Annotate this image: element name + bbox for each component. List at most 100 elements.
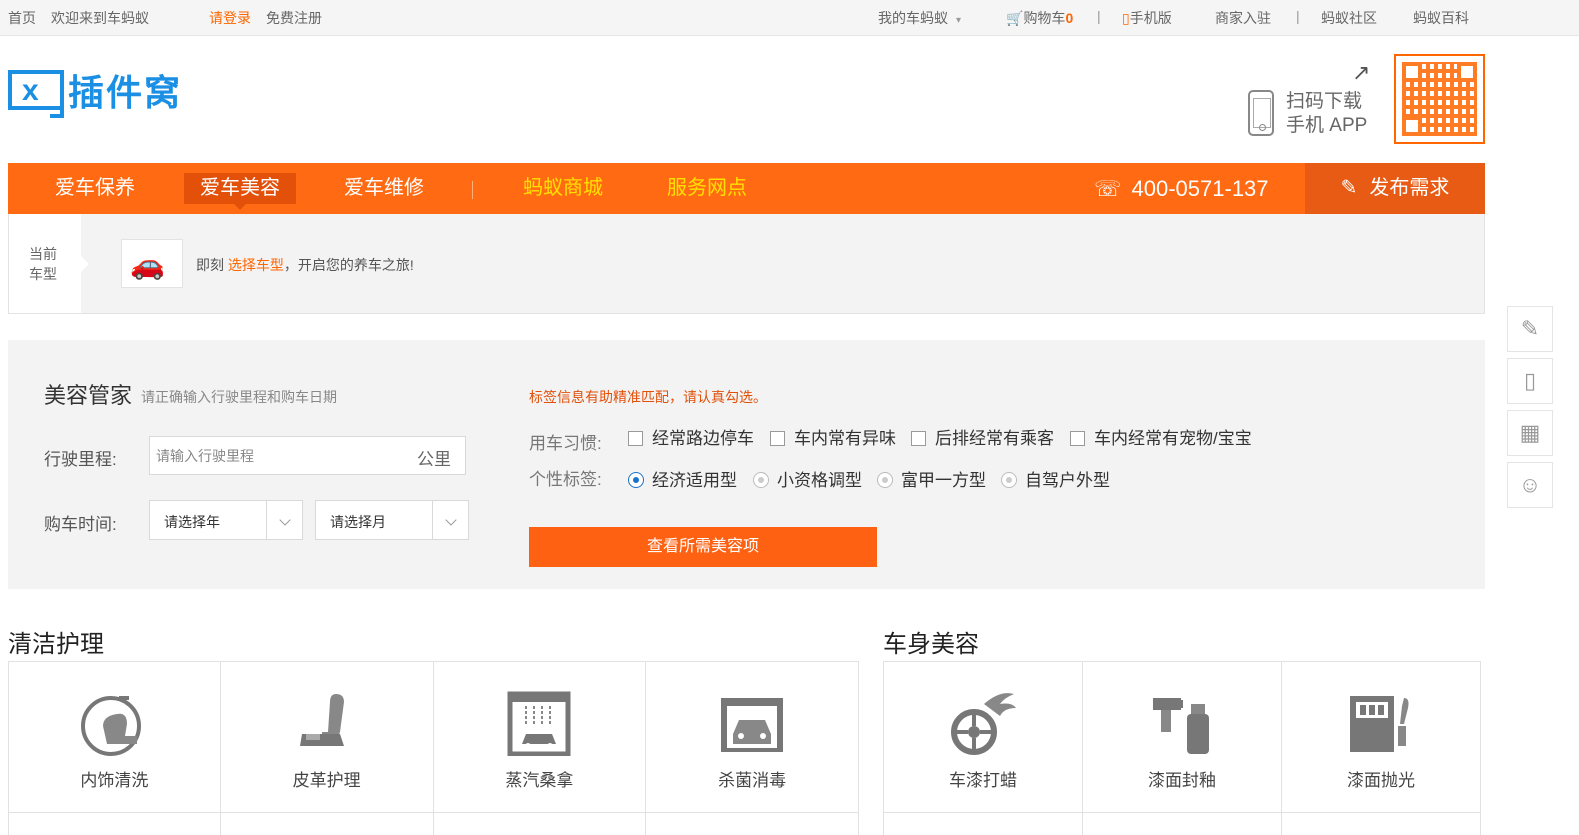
cart-count: 0: [1065, 10, 1074, 26]
habit-checkbox-roadside[interactable]: 经常路边停车: [628, 429, 754, 449]
habit-checkbox-passengers[interactable]: 后排经常有乘客: [911, 429, 1054, 449]
category-item[interactable]: 漆面封釉: [1083, 662, 1282, 835]
mobile-icon: ▯: [1122, 10, 1130, 26]
habit-checkbox-odor[interactable]: 车内常有异味: [770, 429, 896, 449]
hotline: ☏ 400-0571-137: [1094, 173, 1269, 204]
app-download: 扫码下载 手机 APP: [1248, 88, 1368, 140]
tag-hint: 标签信息有助精准匹配，请认真勾选。: [529, 389, 767, 405]
purchase-date-label: 购车时间:: [44, 515, 117, 534]
app-download-line2: 手机 APP: [1286, 115, 1368, 136]
manager-subtitle: 请正确输入行驶里程和购车日期: [141, 389, 337, 405]
year-select[interactable]: 请选择年: [149, 500, 303, 540]
personality-radio-economy[interactable]: 经济适用型: [628, 471, 737, 491]
chevron-down-icon: [432, 501, 468, 539]
checkbox-icon: [1070, 431, 1085, 446]
top-bar: 首页 欢迎来到车蚂蚁 请登录 免费注册 我的车蚂蚁 ▾ 🛒购物车0 | ▯手机版 …: [0, 0, 1579, 36]
cart-label: 购物车: [1023, 10, 1066, 26]
personality-radio-petty-bourgeois[interactable]: 小资格调型: [753, 471, 862, 491]
chevron-down-icon: ▾: [956, 15, 962, 26]
mobile-phone-icon[interactable]: ▯: [1507, 358, 1553, 404]
current-car-bar: 当前 车型 🚗 即刻 选择车型，开启您的养车之旅!: [8, 214, 1485, 314]
divider: |: [1097, 8, 1101, 24]
radio-icon: [877, 472, 893, 488]
telephone-icon: ☏: [1094, 176, 1122, 201]
category-item[interactable]: 蒸汽桑拿: [433, 662, 647, 835]
category-item[interactable]: 杀菌消毒: [646, 662, 858, 835]
category-item[interactable]: 内饰清洗: [9, 662, 221, 835]
personality-radio-wealthy[interactable]: 富甲一方型: [877, 471, 986, 491]
my-account-label: 我的车蚂蚁: [878, 10, 948, 26]
side-toolbar: ✎ ▯ ▦ ☺: [1507, 306, 1553, 514]
polishing-machine-icon: [1350, 696, 1409, 752]
mileage-label: 行驶里程:: [44, 450, 117, 469]
feedback-edit-icon[interactable]: ✎: [1507, 306, 1553, 352]
checkbox-icon: [770, 431, 785, 446]
nav-item-service-points[interactable]: 服务网点: [651, 173, 763, 204]
logo-text: 插件窝: [68, 72, 183, 113]
chevron-down-icon: [266, 501, 302, 539]
checkbox-icon: [911, 431, 926, 446]
cleaning-section-title: 清洁护理: [8, 631, 104, 658]
main-nav: 爱车保养 爱车美容 爱车维修 蚂蚁商城 服务网点 ☏ 400-0571-137 ✎…: [8, 163, 1485, 214]
nav-item-mall[interactable]: 蚂蚁商城: [507, 173, 619, 204]
car-icon: 🚗: [130, 249, 165, 280]
community-link[interactable]: 蚂蚁社区: [1321, 8, 1377, 28]
category-item[interactable]: 车漆打蜡: [884, 662, 1083, 835]
category-item[interactable]: 漆面抛光: [1282, 662, 1480, 835]
select-car-link[interactable]: 选择车型: [228, 257, 284, 273]
manager-title: 美容管家: [44, 383, 133, 408]
interior-cleaning-icon: [81, 696, 142, 756]
month-select[interactable]: 请选择月: [315, 500, 469, 540]
glaze-sealing-icon: [1153, 698, 1209, 754]
nav-item-beauty[interactable]: 爱车美容: [184, 173, 296, 210]
habit-label: 用车习惯:: [529, 434, 602, 453]
merchant-link[interactable]: 商家入驻: [1215, 8, 1271, 28]
login-link[interactable]: 请登录: [209, 8, 251, 28]
nav-divider: [472, 181, 473, 199]
radio-icon: [628, 472, 644, 488]
welcome-text: 欢迎来到车蚂蚁: [51, 10, 149, 26]
qr-code-icon: [1402, 62, 1477, 136]
radio-icon: [753, 472, 769, 488]
body-grid: 车漆打蜡 漆面封釉 漆面抛光: [883, 661, 1481, 835]
phone-icon: [1248, 90, 1274, 136]
nav-item-maintenance[interactable]: 爱车保养: [39, 173, 151, 204]
home-link[interactable]: 首页: [8, 8, 36, 28]
cart-icon: 🛒: [1006, 10, 1024, 26]
month-select-value: 请选择月: [330, 514, 386, 530]
logo-mark-icon: x: [8, 70, 64, 118]
mobile-link[interactable]: ▯手机版: [1122, 8, 1172, 28]
wiki-link[interactable]: 蚂蚁百科: [1413, 8, 1469, 28]
nav-item-repair[interactable]: 爱车维修: [328, 173, 440, 204]
car-thumbnail[interactable]: 🚗: [121, 239, 183, 288]
qr-code: [1394, 54, 1485, 144]
view-beauty-items-button[interactable]: 查看所需美容项: [529, 527, 877, 567]
qq-chat-icon[interactable]: ☺: [1507, 462, 1553, 508]
mobile-label: 手机版: [1129, 10, 1172, 26]
qr-code-icon[interactable]: ▦: [1507, 410, 1553, 456]
publish-request-label: 发布需求: [1369, 177, 1450, 199]
cart-link[interactable]: 🛒购物车0: [1006, 8, 1073, 28]
my-account-menu[interactable]: 我的车蚂蚁 ▾: [878, 8, 961, 28]
personality-label: 个性标签:: [529, 470, 602, 489]
car-prompt: 即刻 选择车型，开启您的养车之旅!: [196, 257, 414, 273]
app-download-line1: 扫码下载: [1286, 91, 1363, 112]
personality-radio-outdoor[interactable]: 自驾户外型: [1001, 471, 1110, 491]
site-logo[interactable]: x 插件窝: [8, 68, 182, 118]
body-section-title: 车身美容: [883, 631, 979, 658]
category-item[interactable]: 皮革护理: [220, 662, 434, 835]
publish-request-button[interactable]: ✎ 发布需求: [1305, 163, 1485, 214]
waxing-wheel-icon: [951, 693, 1016, 755]
pencil-icon: ✎: [1340, 177, 1358, 199]
steam-sauna-icon: [507, 691, 571, 756]
checkbox-icon: [628, 431, 643, 446]
register-link[interactable]: 免费注册: [266, 8, 322, 28]
habit-checkbox-pets[interactable]: 车内经常有宠物/宝宝: [1070, 429, 1252, 449]
divider: |: [1296, 8, 1300, 24]
beauty-manager-panel: 美容管家 请正确输入行驶里程和购车日期 行驶里程: 公里 购车时间: 请选择年 …: [8, 340, 1485, 589]
mileage-unit: 公里: [417, 450, 451, 469]
sterilization-icon: [721, 698, 784, 752]
hotline-number: 400-0571-137: [1131, 176, 1269, 201]
leather-seat-icon: [299, 694, 344, 746]
cleaning-grid: 内饰清洗 皮革护理 蒸汽桑拿 杀菌消毒: [8, 661, 859, 835]
